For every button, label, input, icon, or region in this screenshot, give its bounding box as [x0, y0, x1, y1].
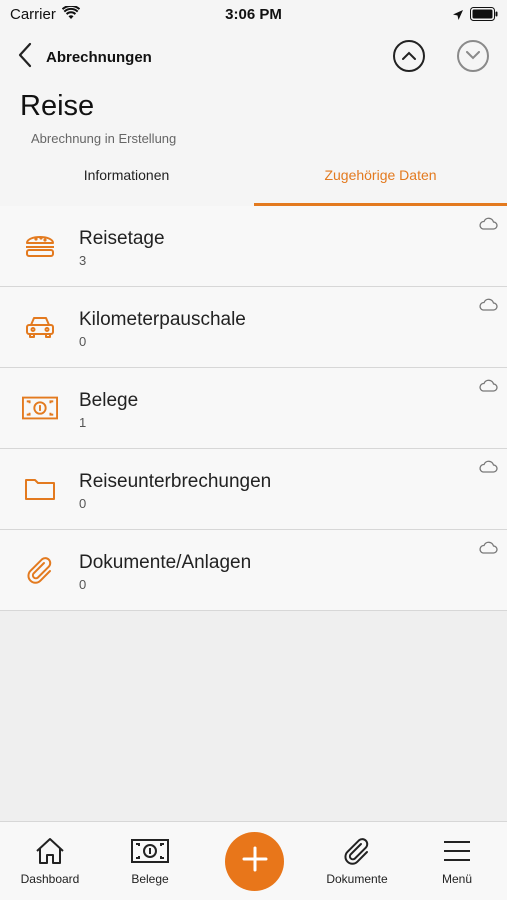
item-count: 0	[79, 577, 87, 592]
chevron-left-icon	[18, 42, 32, 73]
item-title: Dokumente/Anlagen	[79, 552, 252, 573]
cloud-icon	[478, 298, 498, 316]
tabbar-menu[interactable]: Menü	[407, 822, 507, 900]
add-button[interactable]	[225, 832, 284, 891]
next-item-button[interactable]	[457, 40, 489, 72]
tabbar-label: Belege	[131, 872, 169, 886]
list-item-reiseunterbrechungen[interactable]: Reiseunterbrechungen 0	[0, 449, 507, 530]
tabbar-label: Dashboard	[20, 872, 80, 886]
item-title: Reisetage	[79, 228, 165, 249]
item-count: 1	[79, 415, 87, 430]
tab-informationen[interactable]: Informationen	[0, 158, 253, 206]
list-item-kilometerpauschale[interactable]: Kilometerpauschale 0	[0, 287, 507, 368]
item-title: Reiseunterbrechungen	[79, 471, 272, 492]
list-item-dokumente-anlagen[interactable]: Dokumente/Anlagen 0	[0, 530, 507, 611]
plus-icon	[242, 846, 268, 877]
item-count: 0	[79, 334, 87, 349]
paperclip-icon	[307, 834, 407, 868]
home-icon	[0, 834, 100, 868]
page-title: Reise	[20, 90, 95, 122]
list-item-belege[interactable]: Belege 1	[0, 368, 507, 449]
tabbar-dashboard[interactable]: Dashboard	[0, 822, 100, 900]
tabbar-label: Menü	[441, 872, 473, 886]
tab-zugehoerige-daten[interactable]: Zugehörige Daten	[254, 158, 507, 206]
previous-item-button[interactable]	[393, 40, 425, 72]
bottom-tab-bar: Dashboard Belege Dokumente Menü	[0, 821, 507, 900]
cloud-icon	[478, 460, 498, 478]
header: Abrechnungen Reise Abrechnung in Erstell…	[0, 28, 507, 206]
cloud-icon	[478, 541, 498, 559]
related-data-list: Reisetage 3 Kilometerpauschale 0 Belege …	[0, 206, 507, 611]
list-item-reisetage[interactable]: Reisetage 3	[0, 206, 507, 287]
chevron-up-icon	[402, 47, 416, 65]
banknote-icon	[22, 392, 58, 424]
burger-icon	[22, 230, 58, 262]
cloud-icon	[478, 217, 498, 235]
back-label: Abrechnungen	[46, 48, 152, 66]
chevron-down-icon	[466, 47, 480, 65]
tabbar-label: Dokumente	[326, 872, 388, 886]
item-title: Belege	[79, 390, 139, 411]
item-count: 3	[79, 253, 87, 268]
tab-bar: Informationen Zugehörige Daten	[0, 158, 507, 206]
page-subtitle: Abrechnung in Erstellung	[31, 131, 177, 146]
cloud-icon	[478, 379, 498, 397]
menu-icon	[407, 834, 507, 868]
paperclip-icon	[22, 554, 58, 586]
item-title: Kilometerpauschale	[79, 309, 246, 330]
status-bar: Carrier 3:06 PM	[0, 0, 507, 28]
folder-icon	[22, 473, 58, 505]
banknote-icon	[100, 834, 200, 868]
tabbar-dokumente[interactable]: Dokumente	[307, 822, 407, 900]
battery-icon	[470, 7, 498, 26]
back-button[interactable]: Abrechnungen	[18, 42, 178, 72]
location-arrow-icon	[452, 8, 464, 26]
clock: 3:06 PM	[225, 6, 282, 23]
car-icon	[22, 311, 58, 343]
item-count: 0	[79, 496, 87, 511]
tabbar-belege[interactable]: Belege	[100, 822, 200, 900]
